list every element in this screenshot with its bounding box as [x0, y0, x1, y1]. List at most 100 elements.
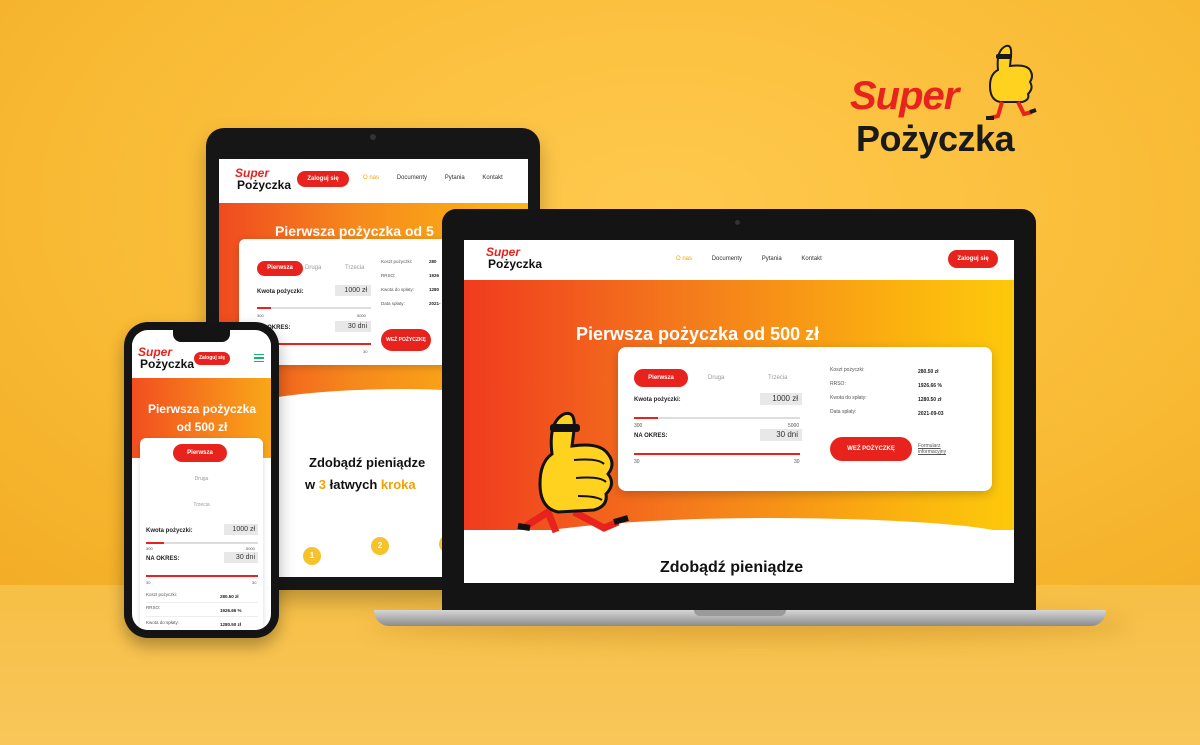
laptop-hero-title: Pierwsza pożyczka od 500 zł — [576, 324, 820, 344]
laptop-screen: Super Pożyczka O nas Documenty Pytania Ko… — [464, 240, 1014, 583]
period-slider[interactable] — [146, 575, 258, 577]
step-1-badge: 1 — [303, 547, 321, 565]
info-repay-value: 1280 — [429, 287, 440, 292]
info-rrso-value: 1926.66 % — [220, 608, 242, 613]
tablet-nav-links: O nas Documenty Pytania Kontakt — [363, 175, 519, 181]
tablet-take-loan-button[interactable]: WEŹ POŻYCZKĘ — [381, 329, 431, 351]
nav-link-o-nas[interactable]: O nas — [676, 256, 692, 262]
nav-link-pytania[interactable]: Pytania — [762, 256, 782, 262]
tab-trzecia[interactable]: Trzecia — [345, 265, 364, 271]
nav-link-documenty[interactable]: Documenty — [712, 256, 742, 262]
period-input[interactable]: 30 dni — [335, 321, 371, 332]
laptop-base — [374, 610, 1106, 626]
info-date-label: Data spłaty: — [830, 409, 857, 415]
tablet-login-button[interactable]: Zaloguj się — [297, 171, 349, 187]
camera-icon — [735, 220, 740, 225]
info-cost-label: Koszt pożyczki: — [146, 592, 178, 597]
laptop-login-button[interactable]: Zaloguj się — [948, 250, 998, 268]
logo-name: Pożyczka — [237, 178, 292, 192]
sub-number: 3 — [318, 477, 326, 492]
sub-prefix: w — [305, 477, 316, 492]
tab-druga[interactable]: Druga — [305, 265, 321, 271]
laptop-loan-calculator: Pierwsza Druga Trzecia Kwota pożyczki: 1… — [618, 347, 992, 491]
phone-hero-title-1: Pierwsza pożyczka — [147, 402, 257, 416]
amount-min: 300 — [634, 423, 643, 429]
period-input[interactable]: 30 dni — [224, 552, 258, 563]
info-date-label: Data spłaty: — [381, 301, 405, 306]
tab-trzecia[interactable]: Trzecia — [768, 375, 787, 381]
phone-logo[interactable]: Super Pożyczka — [138, 346, 194, 370]
info-repay-label: Kwota do spłaty: — [830, 395, 867, 401]
phone-notch — [173, 330, 230, 342]
tab-druga[interactable]: Druga — [708, 375, 724, 381]
period-max: 30 — [794, 459, 800, 465]
info-repay-value: 1280.50 zł — [918, 397, 942, 403]
phone-navbar: Super Pożyczka Zaloguj się — [132, 340, 271, 378]
info-cost-value: 280 — [429, 259, 437, 264]
tablet-hero-title: Pierwsza pożyczka od 5 — [275, 223, 434, 239]
tablet-section-title: Zdobądź pieniądze — [309, 455, 426, 470]
amount-slider-fill — [634, 417, 658, 419]
tablet-section-subtitle: w 3 łatwych kroka — [305, 477, 416, 492]
laptop-take-loan-button[interactable]: WEŹ POŻYCZKĘ — [830, 437, 912, 461]
amount-input[interactable]: 1000 zł — [335, 285, 371, 296]
phone-login-button[interactable]: Zaloguj się — [194, 352, 230, 365]
brand-super-text: Super — [850, 74, 959, 118]
nav-link-documenty[interactable]: Documenty — [397, 175, 427, 181]
tab-trzecia[interactable]: Trzecia — [140, 502, 263, 508]
period-max: 30 — [363, 349, 368, 354]
amount-input[interactable]: 1000 zł — [760, 393, 802, 405]
period-min: 30 — [146, 580, 151, 585]
amount-input[interactable]: 1000 zł — [224, 524, 258, 535]
nav-link-kontakt[interactable]: Kontakt — [482, 175, 502, 181]
laptop-notch — [694, 610, 786, 616]
nav-link-kontakt[interactable]: Kontakt — [801, 256, 821, 262]
info-rrso-value: 1926 — [429, 273, 440, 278]
amount-min: 300 — [257, 313, 264, 318]
amount-label: Kwota pożyczki: — [146, 528, 193, 534]
step-2-badge: 2 — [371, 537, 389, 555]
phone-device: Super Pożyczka Zaloguj się Pierwsza pożyc… — [124, 322, 279, 638]
info-rrso-value: 1926.66 % — [918, 383, 942, 389]
sub-mid: łatwych — [329, 477, 378, 492]
laptop-navbar: Super Pożyczka O nas Documenty Pytania Ko… — [464, 240, 1014, 280]
amount-max: 5000 — [246, 546, 255, 551]
tab-pierwsza[interactable]: Pierwsza — [634, 369, 688, 387]
amount-slider-fill — [146, 542, 164, 544]
phone-screen: Super Pożyczka Zaloguj się Pierwsza pożyc… — [132, 330, 271, 630]
brand-logo: Super Pożyczka — [848, 40, 1048, 160]
info-cost-value: 280.50 zł — [220, 594, 239, 599]
form-info-link[interactable]: Formularz informacyjny — [918, 443, 968, 455]
logo-name: Pożyczka — [140, 357, 195, 371]
tab-pierwsza[interactable]: Pierwsza — [257, 261, 303, 276]
laptop-logo[interactable]: Super Pożyczka — [486, 246, 542, 270]
laptop-section-title: Zdobądź pieniądze — [660, 559, 804, 576]
divider — [146, 616, 258, 617]
info-cost-value: 280.50 zł — [918, 369, 939, 375]
hamburger-menu-icon[interactable] — [254, 354, 264, 362]
tab-pierwsza[interactable]: Pierwsza — [173, 444, 227, 462]
info-rrso-label: RRSO: — [381, 273, 396, 278]
period-slider[interactable] — [634, 453, 800, 455]
info-repay-value: 1280.50 zł — [220, 622, 242, 627]
amount-slider[interactable] — [257, 307, 371, 309]
amount-slider-fill — [257, 307, 271, 309]
logo-name: Pożyczka — [488, 257, 543, 271]
amount-min: 300 — [146, 546, 153, 551]
period-min: 30 — [634, 459, 640, 465]
info-repay-label: Kwota do spłaty: — [146, 620, 180, 625]
tab-druga[interactable]: Druga — [140, 476, 263, 482]
sub-end: kroka — [380, 477, 416, 492]
info-date-value: 2021-09-03 — [918, 411, 944, 417]
thumbs-up-mascot-icon — [517, 411, 629, 534]
amount-slider[interactable] — [634, 417, 800, 419]
nav-link-pytania[interactable]: Pytania — [445, 175, 465, 181]
laptop-nav-links: O nas Documenty Pytania Kontakt — [676, 256, 840, 262]
period-label: NA OKRES: — [146, 556, 180, 562]
tablet-logo[interactable]: Super Pożyczka — [235, 167, 291, 191]
phone-loan-calculator: Pierwsza Druga Trzecia Kwota pożyczki: 1… — [140, 438, 263, 630]
period-input[interactable]: 30 dni — [760, 429, 802, 441]
tablet-navbar: Super Pożyczka Zaloguj się O nas Document… — [219, 159, 528, 203]
nav-link-o-nas[interactable]: O nas — [363, 175, 379, 181]
amount-label: Kwota pożyczki: — [634, 397, 681, 403]
